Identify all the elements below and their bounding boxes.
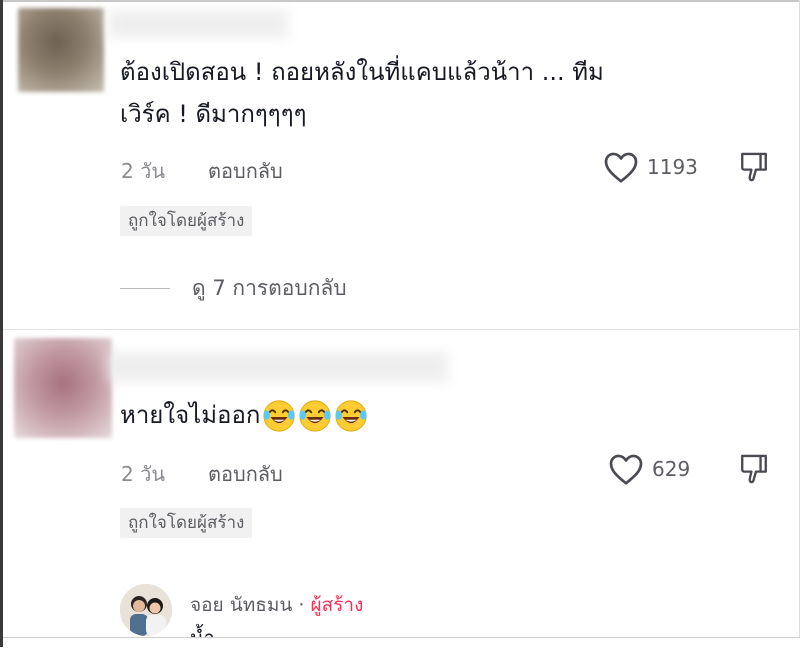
comment-1-text-line2: เวิร์ค ! ดีมากๆๆๆๆ xyxy=(120,100,307,128)
comment-1-timestamp: 2 วัน xyxy=(121,159,165,183)
comment-1-like-count: 1193 xyxy=(647,155,698,179)
thumbs-down-icon xyxy=(741,152,767,182)
laughing-tears-emoji-icon xyxy=(335,400,367,432)
reply-author-name[interactable]: จอย นัทธมน xyxy=(190,594,292,616)
comment-2-dislike-button[interactable] xyxy=(738,452,770,490)
left-border xyxy=(0,0,3,647)
comment-1-liked-by-creator-badge: ถูกใจโดยผู้สร้าง xyxy=(120,206,253,236)
laughing-tears-emoji-icon xyxy=(263,400,295,432)
reply-author-line: จอย นัทธมน · ผู้สร้าง xyxy=(190,590,363,620)
bottom-border xyxy=(3,637,800,648)
laughing-tears-emoji-icon xyxy=(299,400,331,432)
comment-1-like-button[interactable]: 1193 xyxy=(603,150,698,184)
comment-2-timestamp: 2 วัน xyxy=(121,462,165,486)
comment-2-text: หายใจไม่ออก xyxy=(120,393,368,437)
creator-tag: ผู้สร้าง xyxy=(310,594,364,616)
comment-2-author-name[interactable] xyxy=(108,352,448,382)
comment-2-like-count: 629 xyxy=(652,457,691,481)
comment-1-view-replies-button[interactable]: ดู 7 การตอบกลับ xyxy=(120,272,347,305)
comment-2-reply-button[interactable]: ตอบกลับ xyxy=(208,458,283,490)
comment-2-avatar[interactable] xyxy=(14,338,112,438)
reply-avatar[interactable] xyxy=(120,584,172,636)
thumbs-down-icon xyxy=(741,454,767,484)
comment-1-text-line1: ต้องเปิดสอน ! ถอยหลังในที่แคบแล้วน้าา ..… xyxy=(120,58,604,86)
comment-2-liked-by-creator-badge: ถูกใจโดยผู้สร้าง xyxy=(120,508,253,538)
heart-icon xyxy=(609,454,643,485)
comment-1-reply-button[interactable]: ตอบกลับ xyxy=(208,155,283,187)
heart-icon xyxy=(604,152,638,183)
comment-1-avatar[interactable] xyxy=(18,8,104,92)
avatar-photo-icon xyxy=(120,584,172,636)
comment-2-text-content: หายใจไม่ออก xyxy=(120,401,261,429)
reply-separator: · xyxy=(292,594,311,616)
view-replies-line xyxy=(120,288,170,289)
comment-2-like-button[interactable]: 629 xyxy=(608,452,690,486)
comment-1-dislike-button[interactable] xyxy=(738,150,770,188)
comment-divider xyxy=(3,329,800,330)
top-border xyxy=(0,0,800,2)
view-replies-label: ดู 7 การตอบกลับ xyxy=(192,276,347,300)
comment-1-author-name[interactable] xyxy=(108,10,288,38)
